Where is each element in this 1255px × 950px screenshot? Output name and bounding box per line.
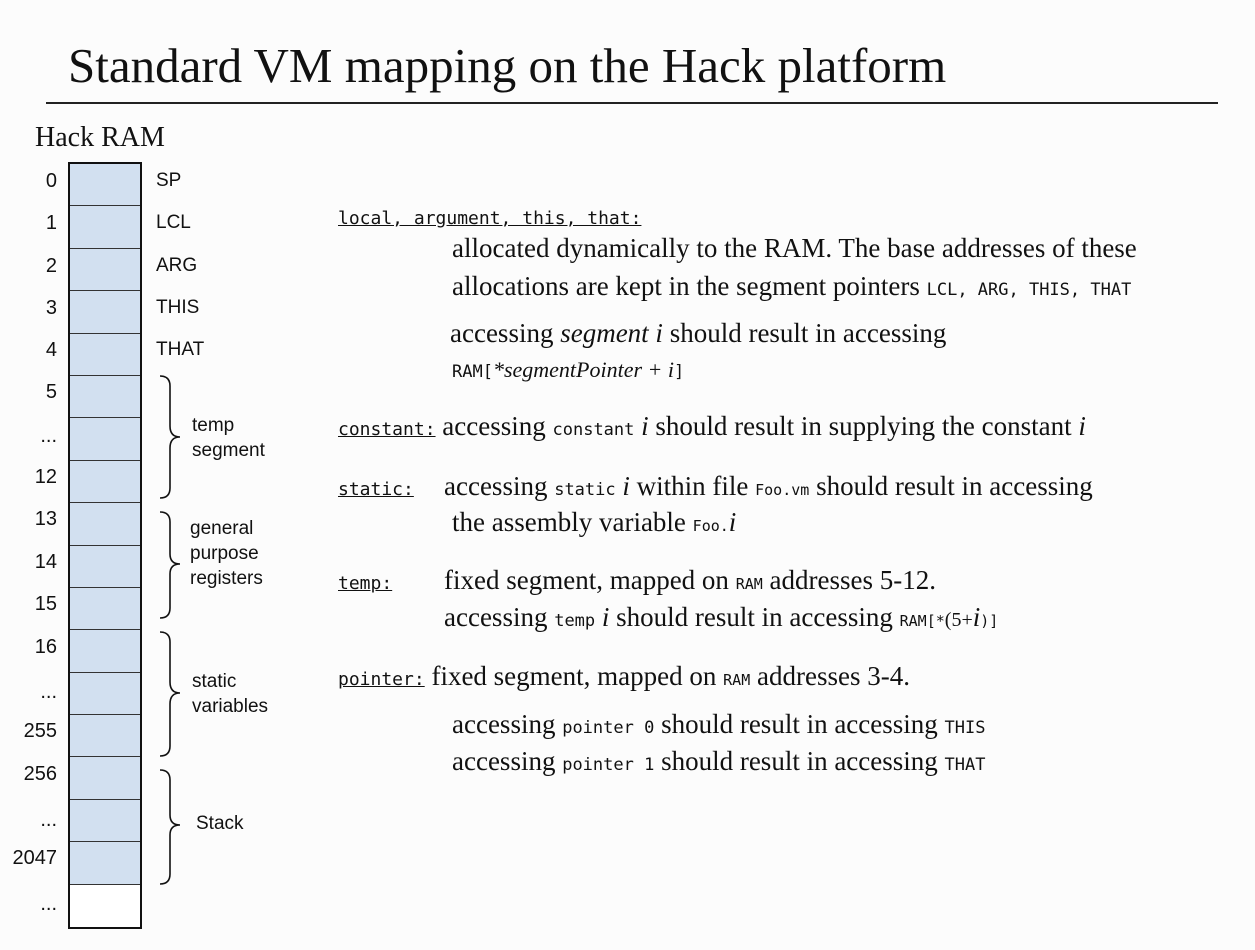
general-purpose-label: general purpose registers [190, 518, 263, 589]
stack-label: Stack [196, 813, 244, 834]
lat-line-4: RAM[*segmentPointer + i] [452, 357, 685, 382]
segment-braces [159, 375, 181, 885]
constant-rule: constant: accessing constant i should re… [338, 411, 1086, 441]
temp-segment-label: temp segment [192, 415, 265, 461]
temp-brace [159, 375, 181, 499]
static-keyword: static: [338, 479, 414, 500]
static-line-1: accessing static i within file Foo.vm sh… [444, 471, 1093, 501]
lat-keyword: local, argument, this, that: [338, 208, 642, 229]
pointer-rule-line-1: pointer: fixed segment, mapped on RAM ad… [338, 661, 910, 691]
lat-line-1: allocated dynamically to the RAM. The ba… [452, 233, 1137, 263]
pointer-line-2: accessing pointer 0 should result in acc… [452, 709, 986, 739]
temp-line-1: fixed segment, mapped on RAM addresses 5… [444, 565, 936, 595]
lat-line-2: allocations are kept in the segment poin… [452, 271, 1132, 301]
static-line-2: the assembly variable Foo.i [452, 507, 737, 537]
temp-line-2: accessing temp i should result in access… [444, 602, 999, 632]
title-divider [46, 102, 1218, 104]
pointer-line-3: accessing pointer 1 should result in acc… [452, 746, 986, 776]
static-brace [159, 631, 181, 757]
stack-brace [159, 769, 181, 885]
temp-keyword: temp: [338, 573, 393, 594]
gp-brace [159, 511, 181, 619]
static-variables-label: static variables [192, 671, 269, 717]
lat-line-3: accessing segment i should result in acc… [450, 318, 947, 348]
